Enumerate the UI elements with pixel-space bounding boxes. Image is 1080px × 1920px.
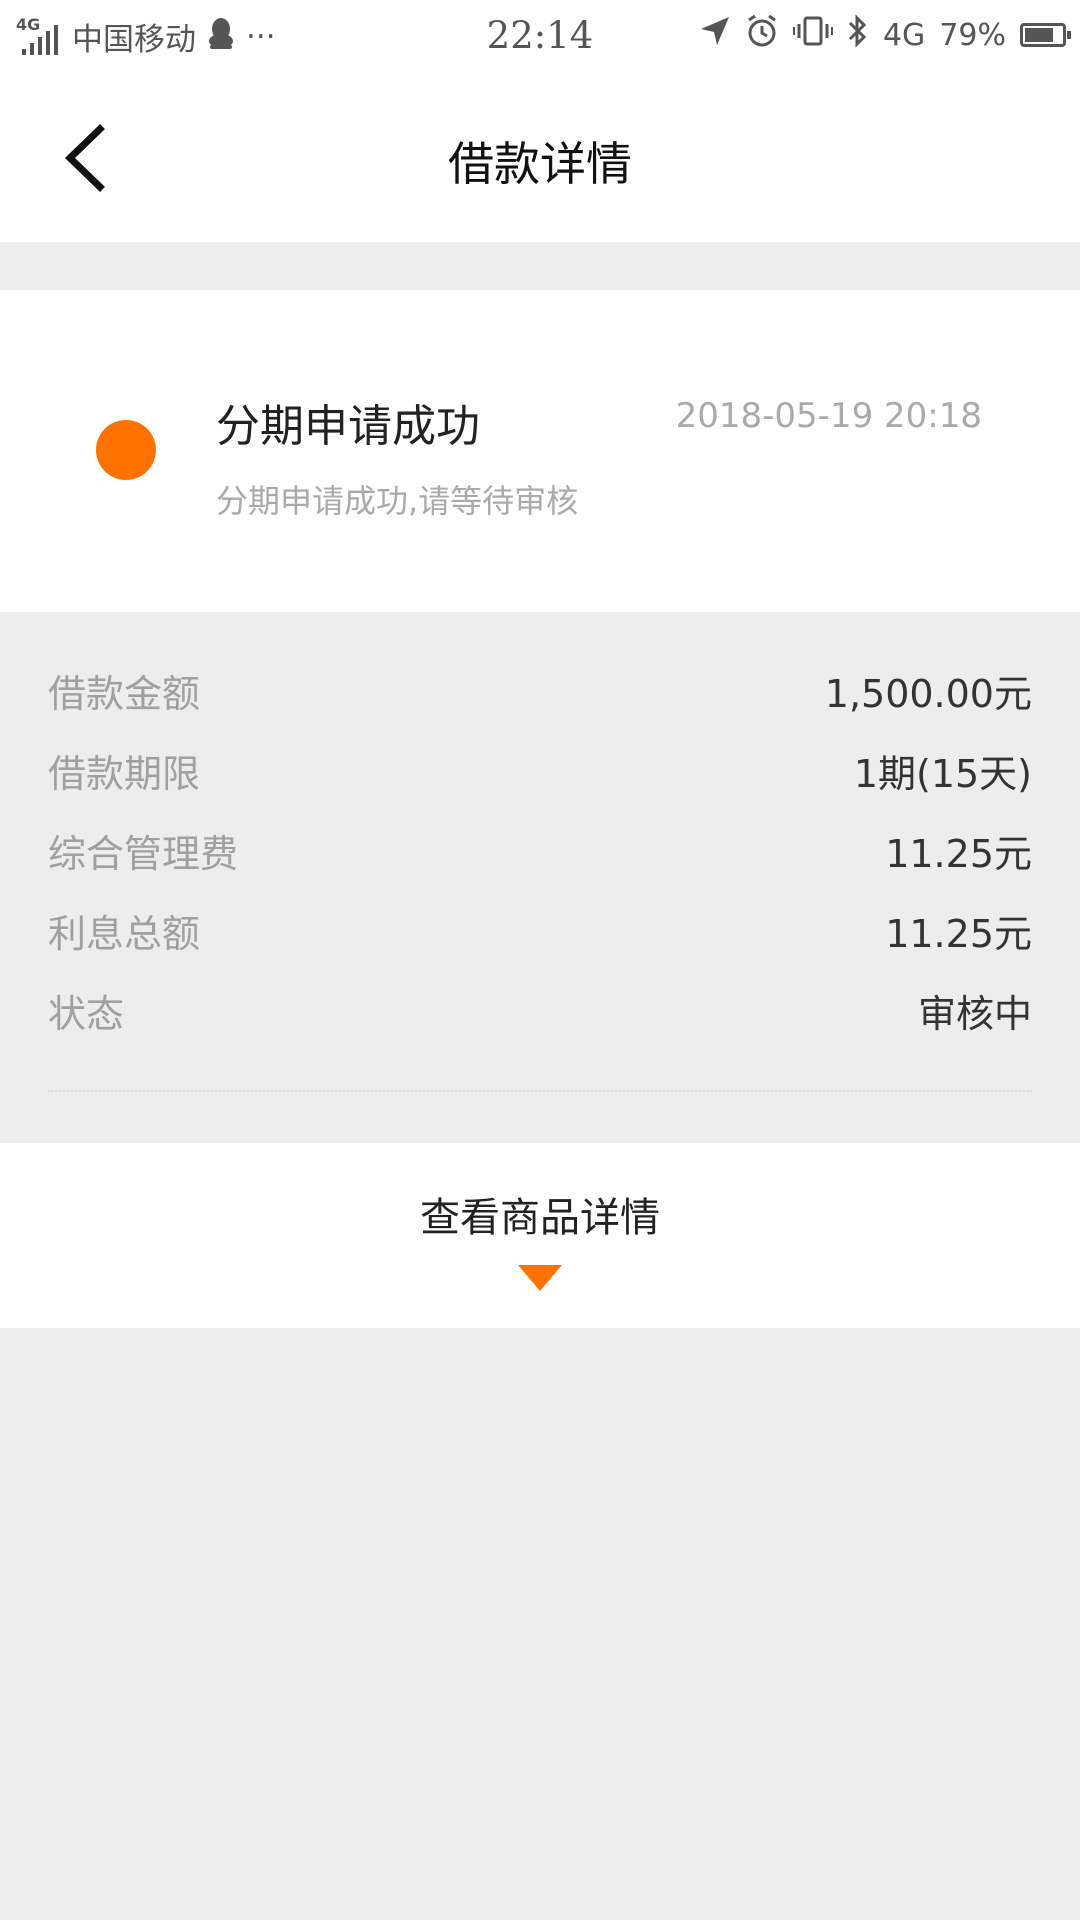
application-status-card: 分期申请成功 2018-05-19 20:18 分期申请成功,请等待审核 xyxy=(0,290,1080,612)
dotted-divider xyxy=(48,1090,1032,1092)
status-title: 分期申请成功 xyxy=(216,401,480,452)
view-product-details-button[interactable]: 查看商品详情 xyxy=(0,1143,1080,1328)
detail-label: 利息总额 xyxy=(48,911,201,956)
vibrate-icon xyxy=(792,15,833,55)
detail-value: 1,500.00元 xyxy=(824,671,1032,716)
battery-percent: 79% xyxy=(939,17,1006,53)
detail-value: 11.25元 xyxy=(885,911,1032,956)
detail-row-term: 借款期限 1期(15天) xyxy=(48,740,1032,800)
detail-row-amount: 借款金额 1,500.00元 xyxy=(48,660,1032,720)
detail-label: 借款期限 xyxy=(48,751,201,796)
nav-bar: 借款详情 xyxy=(0,76,1080,242)
product-details-label: 查看商品详情 xyxy=(420,1195,660,1241)
detail-value: 审核中 xyxy=(917,991,1032,1036)
detail-label: 借款金额 xyxy=(48,671,201,716)
detail-label: 综合管理费 xyxy=(48,831,239,876)
status-bar: 4G 中国移动 ··· 22:14 4G 79% xyxy=(0,0,1080,76)
status-time: 2018-05-19 20:18 xyxy=(675,396,982,436)
detail-value: 11.25元 xyxy=(885,831,1032,876)
detail-label: 状态 xyxy=(48,991,125,1036)
battery-fill xyxy=(1025,28,1053,42)
detail-value: 1期(15天) xyxy=(853,751,1032,796)
status-dot xyxy=(96,420,156,480)
status-subtitle: 分期申请成功,请等待审核 xyxy=(216,482,579,520)
detail-row-status: 状态 审核中 xyxy=(48,980,1032,1040)
detail-row-fee: 综合管理费 11.25元 xyxy=(48,820,1032,880)
bluetooth-icon xyxy=(847,14,869,56)
alarm-icon xyxy=(745,14,779,56)
triangle-down-icon xyxy=(518,1265,562,1291)
status-right: 4G 79% xyxy=(699,14,1071,56)
battery-icon xyxy=(1020,23,1071,47)
detail-row-interest: 利息总额 11.25元 xyxy=(48,900,1032,960)
loan-details: 借款金额 1,500.00元 借款期限 1期(15天) 综合管理费 11.25元… xyxy=(0,612,1080,1142)
page-title: 借款详情 xyxy=(448,137,632,191)
location-arrow-icon xyxy=(699,15,731,55)
network-type: 4G xyxy=(882,17,926,53)
